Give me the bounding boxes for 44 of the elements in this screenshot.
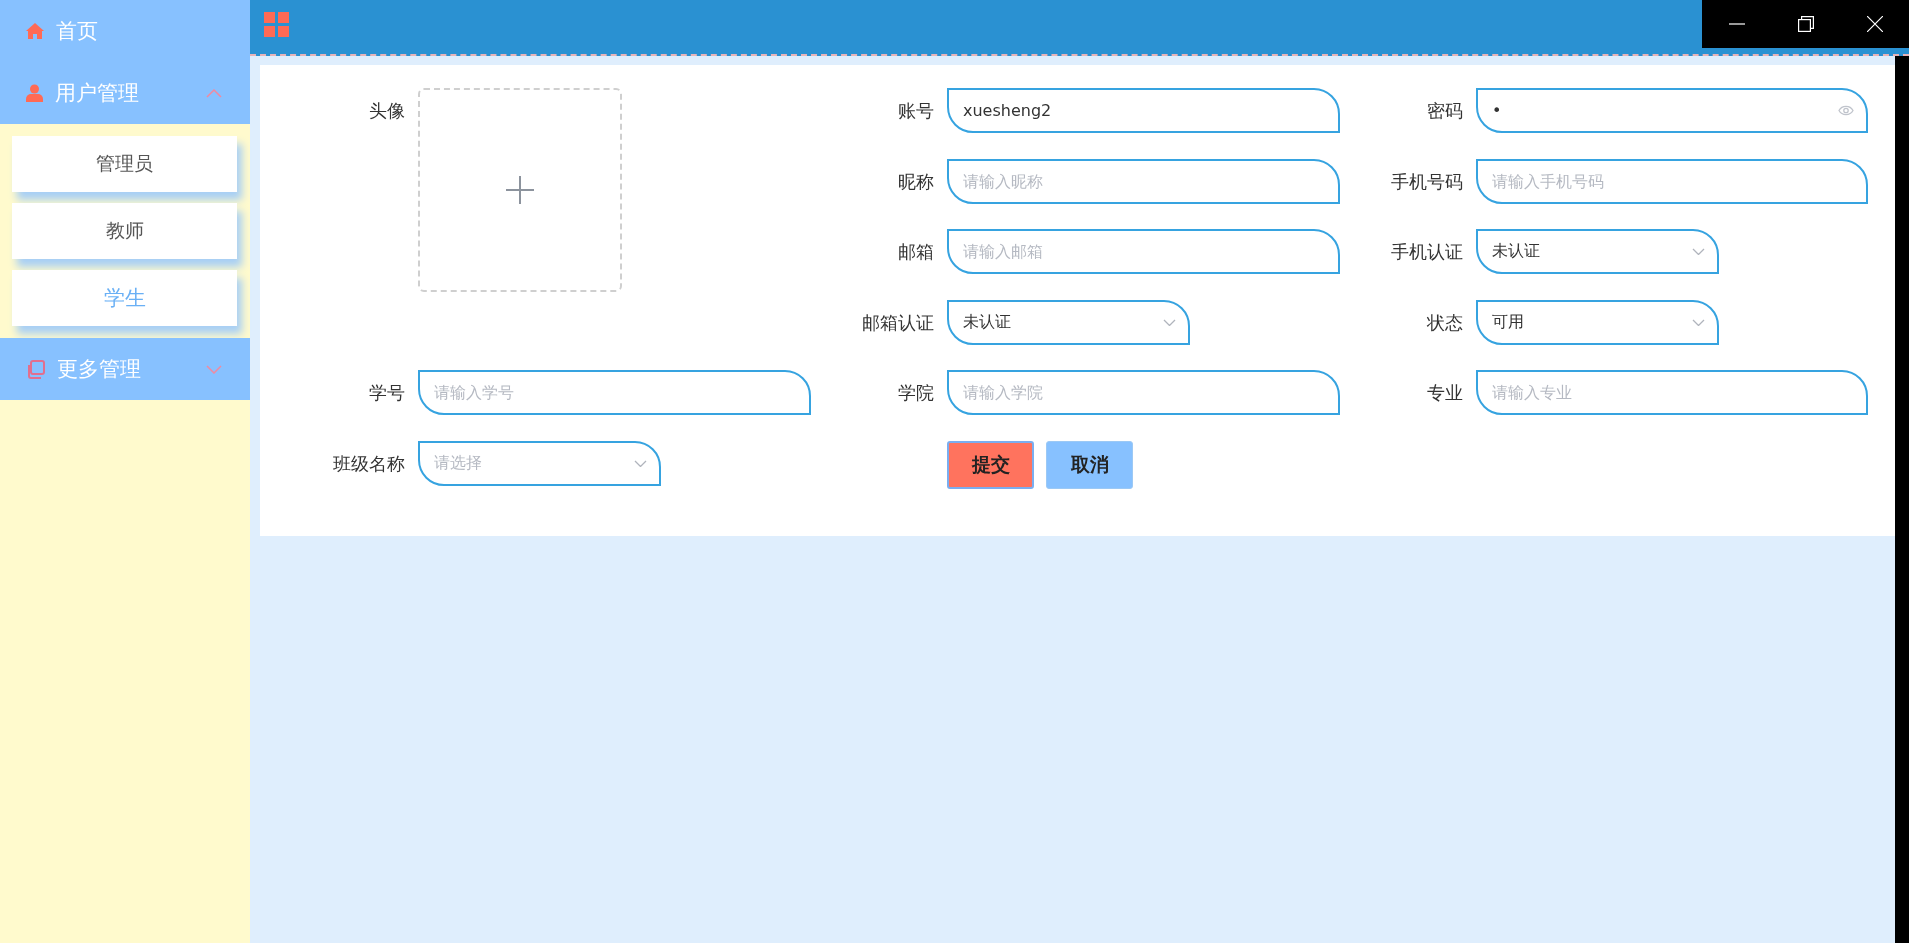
plus-icon <box>506 176 534 204</box>
text-field[interactable]: 请输入手机号码 <box>1476 158 1868 204</box>
text-field[interactable]: 请输入学号 <box>418 370 811 415</box>
copy-icon <box>26 359 45 379</box>
chevron-up-icon <box>206 88 222 98</box>
menu-label: 用户管理 <box>55 80 140 107</box>
field-label: 学号 <box>368 381 406 405</box>
chevron-down-icon <box>634 459 647 467</box>
field-label: 手机号码 <box>1390 169 1464 194</box>
text-field[interactable]: 请输入昵称 <box>947 158 1340 204</box>
chevron-down-icon <box>1692 318 1705 326</box>
user-icon <box>26 84 43 102</box>
text-field[interactable]: xuesheng2 <box>947 88 1340 133</box>
password-field[interactable]: • <box>1476 88 1868 133</box>
submit-button[interactable]: 提交 <box>947 440 1034 489</box>
submenu-item[interactable]: 教师 <box>12 203 237 259</box>
field-label: 邮箱 <box>897 240 935 264</box>
field-label: 头像 <box>368 99 406 123</box>
field-label: 密码 <box>1426 99 1464 123</box>
field-label: 专业 <box>1426 381 1464 405</box>
select-field[interactable]: 未认证 <box>947 299 1190 345</box>
text-field[interactable]: 请输入学院 <box>947 370 1340 415</box>
minimize-icon[interactable] <box>1728 23 1745 25</box>
restore-icon[interactable] <box>1797 16 1814 32</box>
chevron-down-icon <box>1692 248 1705 255</box>
menu-label: 首页 <box>56 18 99 45</box>
field-label: 账号 <box>897 99 935 123</box>
field-label: 班级名称 <box>332 451 406 476</box>
close-icon[interactable] <box>1866 16 1883 32</box>
field-label: 状态 <box>1426 310 1464 335</box>
select-field[interactable]: 未认证 <box>1476 229 1719 274</box>
home-icon <box>26 23 44 39</box>
chevron-down-icon <box>1163 318 1176 326</box>
cancel-button[interactable]: 取消 <box>1046 440 1133 489</box>
submenu-item[interactable]: 管理员 <box>12 136 237 192</box>
field-label: 学院 <box>897 381 935 405</box>
text-field[interactable]: 请输入邮箱 <box>947 229 1340 274</box>
select-field[interactable]: 可用 <box>1476 299 1719 345</box>
text-field[interactable]: 请输入专业 <box>1476 370 1868 415</box>
menu-label: 更多管理 <box>57 356 142 383</box>
field-label: 手机认证 <box>1390 240 1464 264</box>
field-label: 邮箱认证 <box>861 310 935 335</box>
field-label: 昵称 <box>897 169 935 194</box>
chevron-down-icon <box>206 364 222 374</box>
